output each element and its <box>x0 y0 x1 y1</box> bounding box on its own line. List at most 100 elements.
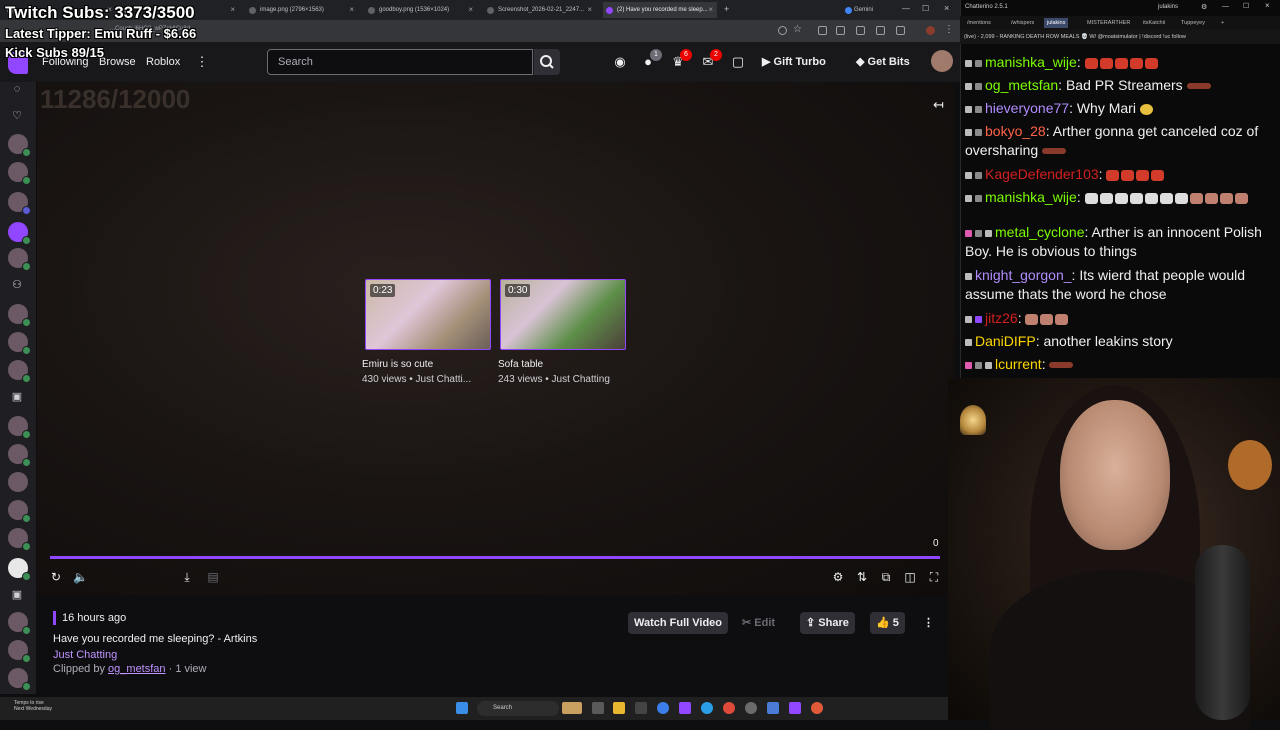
download-icon[interactable]: ⤓ <box>180 570 194 584</box>
edit-button[interactable]: ✂ Edit <box>736 612 781 634</box>
extension-icon[interactable] <box>836 26 845 35</box>
weather-widget[interactable]: Temps to rise Next Wednesday <box>14 700 52 712</box>
chat-tab-active[interactable]: julakins <box>1044 18 1069 28</box>
twitch-app-icon[interactable] <box>679 702 691 714</box>
settings-gear-icon[interactable]: ⚙ <box>1201 3 1207 11</box>
file-explorer-icon[interactable] <box>613 702 625 714</box>
close-icon[interactable]: × <box>708 2 713 18</box>
channel-avatar[interactable] <box>8 444 31 467</box>
app-icon[interactable] <box>635 702 647 714</box>
fullscreen-icon[interactable]: ⛶ <box>927 570 941 584</box>
clipper-username-link[interactable]: og_metsfan <box>108 663 165 675</box>
notifications-icon[interactable]: ✉ 2 <box>700 49 722 70</box>
chatterino-icon[interactable] <box>789 702 801 714</box>
maximize-icon[interactable]: ☐ <box>1243 2 1249 10</box>
close-window-icon[interactable]: × <box>1265 1 1270 10</box>
channel-avatar[interactable] <box>8 332 31 355</box>
extension-icon[interactable] <box>876 26 885 35</box>
user-avatar[interactable] <box>931 50 953 72</box>
replay-icon[interactable]: ↻ <box>49 570 63 584</box>
close-icon[interactable]: × <box>349 2 354 18</box>
channel-avatar[interactable] <box>8 162 31 185</box>
channel-avatar[interactable] <box>8 192 31 215</box>
maximize-icon[interactable]: ☐ <box>922 4 929 13</box>
chat-tab[interactable]: /mentions <box>964 18 994 28</box>
recommended-clip-thumbnail[interactable]: 0:23 <box>365 279 491 350</box>
chat-tab[interactable]: Tuppeyey <box>1178 18 1208 28</box>
browser-tab[interactable]: Screenshot_2026-02-21_2247... × <box>484 2 596 18</box>
close-icon[interactable]: × <box>587 2 592 18</box>
channel-avatar[interactable] <box>8 668 31 691</box>
channel-avatar[interactable] <box>8 222 31 245</box>
search-input[interactable]: Search <box>267 49 533 75</box>
seek-bar[interactable] <box>50 556 940 559</box>
volume-icon[interactable]: 🔈 <box>73 570 88 584</box>
close-icon[interactable]: × <box>230 2 235 18</box>
drops-icon[interactable]: ● 1 <box>640 49 662 70</box>
like-button[interactable]: 👍 5 <box>870 612 905 634</box>
more-options-icon[interactable]: ⋮ <box>917 612 940 634</box>
add-user-icon[interactable]: ⚇ <box>10 278 24 292</box>
channel-avatar[interactable] <box>8 416 31 439</box>
minimize-icon[interactable]: — <box>902 4 910 13</box>
video-player[interactable] <box>37 82 954 595</box>
browser-tab[interactable]: goodboy.png (1536×1024) × <box>365 2 477 18</box>
nav-browse[interactable]: Browse <box>99 56 136 68</box>
obs-icon[interactable] <box>745 702 757 714</box>
channel-avatar[interactable] <box>8 500 31 523</box>
recommended-clip-thumbnail[interactable]: 0:30 <box>500 279 626 350</box>
search-button[interactable] <box>534 49 560 75</box>
minimize-icon[interactable]: — <box>1222 3 1229 10</box>
browser-tab[interactable]: Gemini <box>842 2 882 18</box>
chatterino-user[interactable]: julakins <box>1158 4 1178 10</box>
heart-icon[interactable]: ♡ <box>10 109 24 123</box>
extension-icon[interactable] <box>818 26 827 35</box>
chat-tab[interactable]: itsKatchii <box>1140 18 1168 28</box>
channel-avatar[interactable] <box>8 558 31 581</box>
bookmark-star-icon[interactable]: ☆ <box>793 24 802 35</box>
close-window-icon[interactable]: × <box>944 3 949 13</box>
nav-roblox[interactable]: Roblox <box>146 56 180 68</box>
widgets-icon[interactable] <box>562 702 582 714</box>
extension-icon[interactable] <box>856 26 865 35</box>
channel-avatar[interactable] <box>8 248 31 271</box>
recommended-clip-title[interactable]: Emiru is so cute <box>362 359 433 370</box>
picture-in-picture-icon[interactable]: ⧉ <box>879 570 893 584</box>
app-icon[interactable] <box>657 702 669 714</box>
zoom-icon[interactable] <box>778 26 787 35</box>
video-icon[interactable]: ▣ <box>10 588 24 602</box>
browser-tab[interactable]: image.png (2796×1563) × <box>246 2 358 18</box>
get-bits-button[interactable]: ◆ Get Bits <box>856 52 910 72</box>
more-icon[interactable]: ⋮ <box>194 54 210 70</box>
recommended-clip-title[interactable]: Sofa table <box>498 359 543 370</box>
add-tab-icon[interactable]: + <box>1218 18 1227 28</box>
crown-icon[interactable]: ◉ <box>612 54 628 70</box>
collapse-chat-icon[interactable]: ↤ <box>933 97 944 113</box>
channel-avatar[interactable] <box>8 612 31 635</box>
close-icon[interactable]: × <box>468 2 473 18</box>
extension-icon[interactable] <box>896 26 905 35</box>
channel-avatar[interactable] <box>8 304 31 327</box>
task-view-icon[interactable] <box>592 702 604 714</box>
category-link[interactable]: Just Chatting <box>53 649 117 661</box>
clip-editor-icon[interactable]: ⇅ <box>855 570 869 584</box>
channel-avatar[interactable] <box>8 640 31 663</box>
channel-avatar[interactable] <box>8 528 31 551</box>
app-icon[interactable] <box>767 702 779 714</box>
expand-sidebar-icon[interactable]: ◌ <box>10 82 24 96</box>
video-icon[interactable]: ▣ <box>10 390 24 404</box>
whispers-icon[interactable]: ▢ <box>730 54 746 70</box>
browser-tab-active[interactable]: (2) Have you recorded me sleep... × <box>603 2 717 18</box>
profile-avatar-icon[interactable] <box>926 26 935 35</box>
menu-kebab-icon[interactable]: ⋮ <box>944 24 954 35</box>
windows-start-icon[interactable] <box>456 702 468 714</box>
chrome-icon[interactable] <box>723 702 735 714</box>
theatre-mode-icon[interactable]: ◫ <box>903 570 917 584</box>
app-icon[interactable] <box>811 702 823 714</box>
watch-full-video-button[interactable]: Watch Full Video <box>628 612 729 634</box>
chat-tab[interactable]: MISTERARTHER <box>1084 18 1133 28</box>
clip-icon[interactable]: ▤ <box>206 570 220 584</box>
taskbar-search[interactable]: Search <box>477 701 559 716</box>
share-button[interactable]: ⇪ Share <box>800 612 855 634</box>
settings-gear-icon[interactable]: ⚙ <box>831 570 845 584</box>
